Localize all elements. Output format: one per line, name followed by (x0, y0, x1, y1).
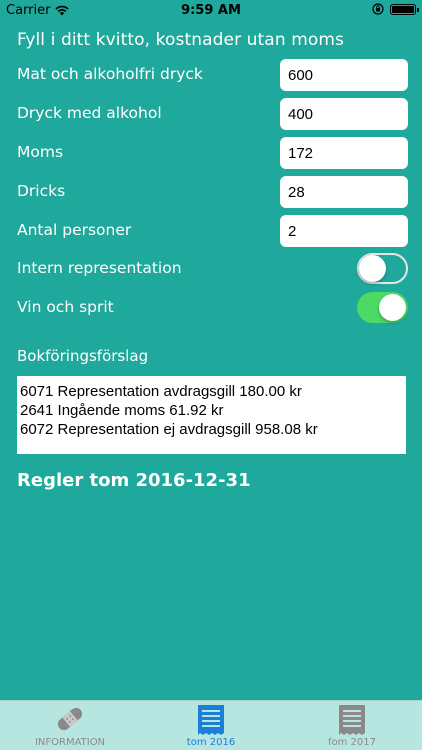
suggestion-textbox[interactable]: 6071 Representation avdragsgill 180.00 k… (17, 376, 406, 454)
row-moms: Moms (17, 137, 408, 169)
field-label: Dricks (17, 182, 66, 200)
intern-representation-switch[interactable] (357, 253, 408, 284)
toggle-label: Intern representation (17, 259, 182, 277)
tab-label: fom 2017 (327, 737, 376, 748)
row-intern-representation: Intern representation (17, 253, 408, 285)
orientation-lock-icon (372, 3, 384, 15)
switch-knob (359, 255, 386, 282)
form-heading: Fyll i ditt kvitto, kostnader utan moms (17, 30, 344, 50)
bandage-icon (57, 707, 83, 731)
row-dricks: Dricks (17, 176, 408, 208)
status-bar: Carrier 9:59 AM (0, 0, 422, 22)
row-dryck-alkohol: Dryck med alkohol (17, 98, 408, 130)
status-right (372, 3, 419, 15)
moms-input[interactable] (280, 137, 408, 169)
tab-information[interactable]: INFORMATION (0, 701, 140, 750)
mat-alkoholfri-input[interactable] (280, 59, 408, 91)
field-label: Mat och alkoholfri dryck (17, 65, 203, 83)
field-label: Antal personer (17, 221, 132, 239)
suggestion-label: Bokföringsförslag (17, 347, 149, 365)
receipt-icon (339, 705, 365, 735)
suggestion-line: 6072 Representation ej avdragsgill 958.0… (20, 421, 318, 438)
dryck-alkohol-input[interactable] (280, 98, 408, 130)
tab-label: tom 2016 (186, 737, 236, 748)
switch-knob (379, 294, 406, 321)
row-vin-och-sprit: Vin och sprit (17, 292, 408, 324)
rules-title: Regler tom 2016-12-31 (17, 470, 251, 491)
field-label: Moms (17, 143, 64, 161)
row-antal-personer: Antal personer (17, 215, 408, 247)
receipt-icon (198, 705, 224, 735)
suggestion-line: 2641 Ingående moms 61.92 kr (20, 402, 224, 419)
dricks-input[interactable] (280, 176, 408, 208)
toggle-label: Vin och sprit (17, 298, 114, 316)
tab-bar: INFORMATION tom 2016 fom 2017 (0, 700, 422, 750)
suggestion-line: 6071 Representation avdragsgill 180.00 k… (20, 383, 302, 400)
vin-och-sprit-switch[interactable] (357, 292, 408, 323)
tab-tom-2016[interactable]: tom 2016 (141, 701, 281, 750)
status-time: 9:59 AM (181, 3, 241, 18)
battery-icon (390, 3, 419, 15)
antal-personer-input[interactable] (280, 215, 408, 247)
row-mat-alkoholfri: Mat och alkoholfri dryck (17, 59, 408, 91)
field-label: Dryck med alkohol (17, 104, 162, 122)
tab-label: INFORMATION (34, 737, 106, 748)
tab-fom-2017[interactable]: fom 2017 (282, 701, 422, 750)
